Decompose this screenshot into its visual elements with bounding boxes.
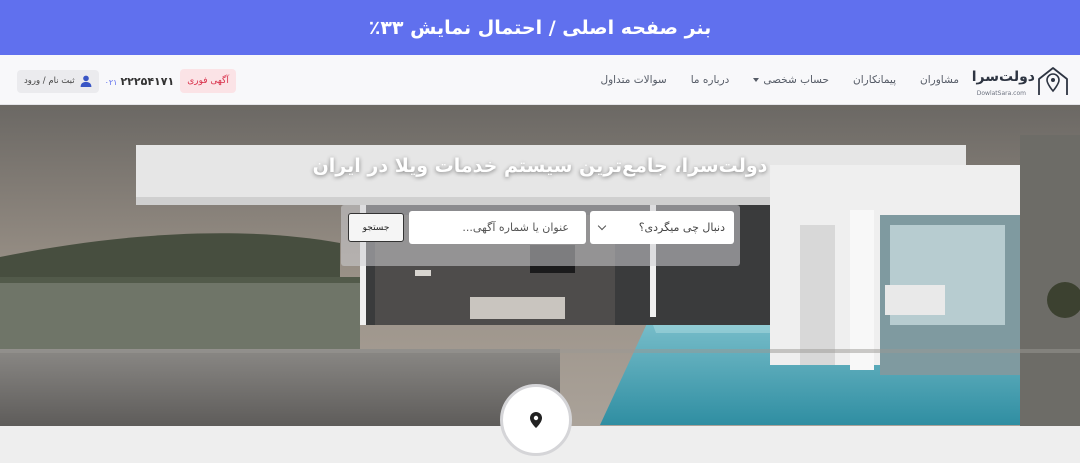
search-input[interactable] — [409, 211, 586, 244]
search-box: دنبال چی میگردی؟ جستجو — [341, 205, 740, 266]
select-value: دنبال چی میگردی؟ — [638, 221, 725, 234]
nav-item-label: پیمانکاران — [853, 74, 897, 86]
nav-item-about[interactable]: درباره ما — [691, 74, 730, 86]
navbar: دولت‌سرا DowlatSara.com مشاوران پیمانکار… — [0, 55, 1080, 105]
instant-ad-button[interactable]: آگهی فوری — [180, 69, 236, 93]
nav-item-contractors[interactable]: پیمانکاران — [853, 74, 896, 86]
user-icon — [80, 75, 91, 87]
map-button[interactable] — [500, 384, 572, 456]
login-button[interactable]: ثبت نام / ورود — [17, 69, 99, 93]
logo-text: دولت‌سرا — [971, 69, 1035, 85]
category-select[interactable]: دنبال چی میگردی؟ — [590, 211, 734, 244]
caret-down-icon — [753, 78, 760, 82]
banner-text: بنر صفحه اصلی / احتمال نمایش ۳۳٪ — [368, 16, 712, 39]
map-pin-icon — [530, 412, 542, 428]
chevron-down-icon — [597, 221, 607, 231]
nav-item-label: درباره ما — [690, 74, 730, 86]
logo[interactable]: دولت‌سرا DowlatSara.com — [972, 64, 1072, 98]
hero: دولت‌سرا، جامع‌ترین سیستم خدمات ویلا در … — [0, 105, 1080, 426]
nav-item-label: حساب شخصی — [763, 74, 830, 86]
hero-title: دولت‌سرا، جامع‌ترین سیستم خدمات ویلا در … — [312, 155, 768, 177]
main-menu: مشاوران پیمانکاران حساب شخصی درباره ما س… — [600, 55, 959, 105]
house-pin-icon — [1038, 67, 1068, 95]
phone-number[interactable]: ۰۲۱ ۲۲۲۵۴۱۷۱ — [105, 75, 175, 88]
login-label: ثبت نام / ورود — [24, 76, 75, 86]
nav-actions: ثبت نام / ورود ۰۲۱ ۲۲۲۵۴۱۷۱ آگهی فوری — [17, 69, 236, 93]
logo-site: DowlatSara.com — [976, 90, 1026, 97]
search-button[interactable]: جستجو — [348, 213, 404, 242]
top-banner[interactable]: بنر صفحه اصلی / احتمال نمایش ۳۳٪ — [0, 0, 1080, 55]
phone-code: ۰۲۱ — [104, 77, 118, 87]
nav-item-label: مشاوران — [920, 74, 959, 86]
nav-item-account[interactable]: حساب شخصی — [753, 74, 829, 86]
phone-digits: ۲۲۲۵۴۱۷۱ — [120, 74, 175, 88]
nav-item-consultants[interactable]: مشاوران — [920, 74, 959, 86]
nav-item-label: سوالات متداول — [600, 74, 667, 86]
nav-item-faq[interactable]: سوالات متداول — [600, 74, 666, 86]
